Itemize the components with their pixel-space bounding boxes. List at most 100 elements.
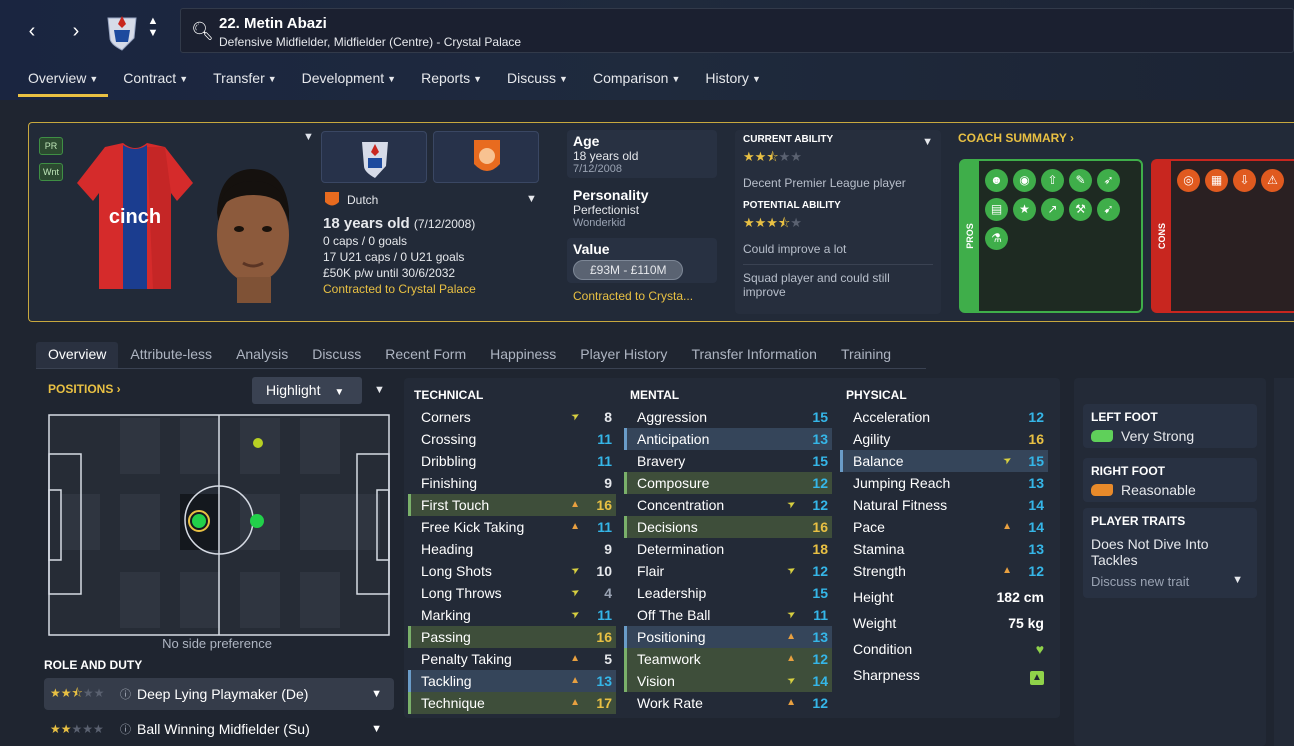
attribute-row[interactable]: Acceleration 12 <box>840 406 1048 428</box>
attribute-row[interactable]: Natural Fitness 14 <box>840 494 1048 516</box>
clipboard-icon[interactable]: ▤ <box>985 198 1008 221</box>
info-icon[interactable]: ⓘ <box>120 686 131 702</box>
attribute-row[interactable]: Heading 9 <box>408 538 616 560</box>
forward-icon[interactable]: › <box>66 20 86 42</box>
player-switch-icon[interactable]: ▲ ▼ <box>146 15 160 39</box>
attribute-row[interactable]: Bravery 15 <box>624 450 832 472</box>
nav-transfer[interactable]: Transfer ▼ <box>203 68 287 97</box>
side-preference: No side preference <box>162 636 272 651</box>
nav-history[interactable]: History ▼ <box>695 68 770 97</box>
role-row[interactable]: ★★⯪★★ ⓘ Deep Lying Playmaker (De) ▼ <box>44 678 394 710</box>
attribute-row[interactable]: Concentration ➤ 12 <box>624 494 832 516</box>
flask-icon[interactable]: ⚗ <box>985 227 1008 250</box>
attribute-row[interactable]: Finishing 9 <box>408 472 616 494</box>
attribute-row[interactable]: Composure 12 <box>624 472 832 494</box>
attribute-row[interactable]: Marking ➤ 11 <box>408 604 616 626</box>
attribute-row[interactable]: Long Throws ➤ 4 <box>408 582 616 604</box>
nation-chevron-icon[interactable]: ▼ <box>526 193 537 205</box>
attribute-row[interactable]: Corners ➤ 8 <box>408 406 616 428</box>
trend-icon[interactable]: ↗ <box>1041 198 1064 221</box>
role-chevron-icon[interactable]: ▼ <box>371 688 382 700</box>
target-icon[interactable]: ◎ <box>1177 169 1200 192</box>
discuss-trait-row[interactable]: Discuss new trait ▼ <box>1091 574 1249 589</box>
value-pill[interactable]: £93M - £110M <box>573 260 684 280</box>
tab-training[interactable]: Training <box>829 342 903 368</box>
brain-icon[interactable]: ☻ <box>985 169 1008 192</box>
club-crest-box[interactable] <box>321 131 427 183</box>
tab-overview[interactable]: Overview <box>36 342 119 368</box>
attribute-row[interactable]: Flair ➤ 12 <box>624 560 832 582</box>
attribute-row[interactable]: Off The Ball ➤ 11 <box>624 604 832 626</box>
tab-recent-form[interactable]: Recent Form <box>373 342 478 368</box>
attribute-row[interactable]: Long Shots ➤ 10 <box>408 560 616 582</box>
highlight-dropdown[interactable]: Highlight ▼ <box>252 377 362 404</box>
attribute-row[interactable]: Stamina 13 <box>840 538 1048 560</box>
nation-crest-box[interactable] <box>433 131 539 183</box>
attribute-row[interactable]: Jumping Reach 13 <box>840 472 1048 494</box>
trend-arrow-icon: ➤ <box>785 563 798 578</box>
tab-transfer-information[interactable]: Transfer Information <box>679 342 829 368</box>
attribute-row[interactable]: Free Kick Taking ▲ 11 <box>408 516 616 538</box>
attribute-row[interactable]: Technique ▲ 17 <box>408 692 616 714</box>
ability-chevron-icon[interactable]: ▼ <box>922 136 933 148</box>
technical-header: TECHNICAL <box>414 388 484 402</box>
nav-contract[interactable]: Contract ▼ <box>113 68 198 97</box>
nav-overview[interactable]: Overview ▼ <box>18 68 109 97</box>
attribute-row[interactable]: Determination 18 <box>624 538 832 560</box>
attribute-row[interactable]: Strength ▲ 12 <box>840 560 1048 582</box>
attribute-row[interactable]: Vision ➤ 14 <box>624 670 832 692</box>
attribute-row[interactable]: Leadership 15 <box>624 582 832 604</box>
attribute-row[interactable]: Decisions 16 <box>624 516 832 538</box>
coach-summary-link[interactable]: COACH SUMMARY › <box>958 131 1074 145</box>
attribute-row[interactable]: Dribbling 11 <box>408 450 616 472</box>
attribute-row[interactable]: Balance ➤ 15 <box>840 450 1048 472</box>
attribute-row[interactable]: Passing 16 <box>408 626 616 648</box>
attribute-row[interactable]: Anticipation 13 <box>624 428 832 450</box>
attribute-row[interactable]: Pace ▲ 14 <box>840 516 1048 538</box>
attribute-value: 15 <box>1028 453 1044 469</box>
vision-icon[interactable]: ◉ <box>1013 169 1036 192</box>
nav-comparison[interactable]: Comparison ▼ <box>583 68 690 97</box>
attribute-row[interactable]: Teamwork ▲ 12 <box>624 648 832 670</box>
attribute-row[interactable]: Work Rate ▲ 12 <box>624 692 832 714</box>
attribute-row[interactable]: Agility 16 <box>840 428 1048 450</box>
star-icon[interactable]: ★ <box>1013 198 1036 221</box>
tab-happiness[interactable]: Happiness <box>478 342 568 368</box>
nav-development[interactable]: Development ▼ <box>292 68 406 97</box>
tab-player-history[interactable]: Player History <box>568 342 679 368</box>
pass-icon[interactable]: ➹ <box>1097 198 1120 221</box>
arrow-up-icon[interactable]: ⇧ <box>1041 169 1064 192</box>
face-chevron-icon[interactable]: ▼ <box>303 131 314 143</box>
attribute-row[interactable]: First Touch ▲ 16 <box>408 494 616 516</box>
player-header[interactable]: 🔍︎ 22. Metin Abazi Defensive Midfielder,… <box>180 8 1294 53</box>
tab-analysis[interactable]: Analysis <box>224 342 300 368</box>
tab-attribute-less[interactable]: Attribute-less <box>118 342 224 368</box>
role-row[interactable]: ★★★★★ ⓘ Ball Winning Midfielder (Su) ▼ <box>44 713 394 745</box>
personality-label: Personality <box>573 187 649 203</box>
info-icon[interactable]: ⓘ <box>120 721 131 737</box>
current-ability-label: CURRENT ABILITY <box>743 134 834 145</box>
contract-short[interactable]: Contracted to Crysta... <box>567 289 717 303</box>
warning-icon[interactable]: ⚠ <box>1261 169 1284 192</box>
panel-chevron-icon[interactable]: ▼ <box>374 384 385 396</box>
attribute-row[interactable]: Aggression 15 <box>624 406 832 428</box>
positions-pitch[interactable] <box>48 414 390 636</box>
tab-discuss[interactable]: Discuss <box>300 342 373 368</box>
attribute-row[interactable]: Penalty Taking ▲ 5 <box>408 648 616 670</box>
back-icon[interactable]: ‹ <box>22 20 42 42</box>
attribute-row[interactable]: Tackling ▲ 13 <box>408 670 616 692</box>
wrench-icon[interactable]: ✎ <box>1069 169 1092 192</box>
contract-link[interactable]: Contracted to Crystal Palace <box>323 282 543 296</box>
boot-icon[interactable]: ➶ <box>1097 169 1120 192</box>
nav-reports[interactable]: Reports ▼ <box>411 68 492 97</box>
calendar-icon[interactable]: ▦ <box>1205 169 1228 192</box>
role-chevron-icon[interactable]: ▼ <box>371 723 382 735</box>
attribute-row[interactable]: Crossing 11 <box>408 428 616 450</box>
down-arrows-icon[interactable]: ⇩ <box>1233 169 1256 192</box>
positions-link[interactable]: POSITIONS › <box>48 382 121 396</box>
attribute-row[interactable]: Positioning ▲ 13 <box>624 626 832 648</box>
tool-icon[interactable]: ⚒ <box>1069 198 1092 221</box>
nav-discuss[interactable]: Discuss ▼ <box>497 68 578 97</box>
current-ability-stars: ★★⯪★★ <box>743 149 802 164</box>
traits-label: PLAYER TRAITS <box>1091 514 1186 528</box>
